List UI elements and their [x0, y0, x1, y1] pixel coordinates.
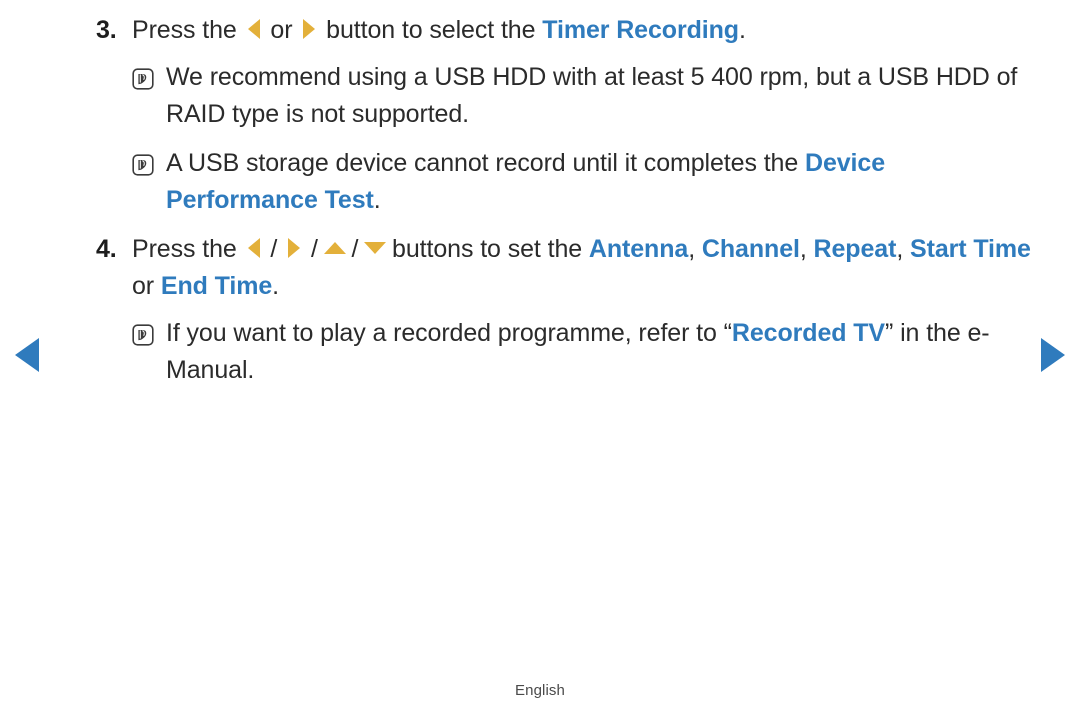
- note-text: We recommend using a USB HDD with at lea…: [166, 59, 1032, 133]
- body-text: .: [272, 272, 279, 300]
- note-item: A USB storage device cannot record until…: [132, 145, 1032, 219]
- body-text: A USB storage device cannot record until…: [166, 149, 805, 177]
- body-text: .: [373, 186, 381, 214]
- arrow-up-icon: [323, 238, 346, 258]
- note-pen-icon: [132, 145, 166, 183]
- highlighted-term: Repeat: [813, 235, 897, 263]
- highlighted-term: Start Time: [910, 235, 1031, 263]
- body-text: ,: [799, 235, 814, 263]
- body-text: buttons to set the: [385, 235, 589, 263]
- body-text: button to select the: [319, 16, 543, 44]
- note-group: If you want to play a recorded programme…: [132, 315, 1032, 389]
- step-item: 3. Press the or button to select the Tim…: [96, 12, 1032, 49]
- highlighted-term: End Time: [160, 272, 273, 300]
- body-text: Press the: [132, 235, 244, 263]
- arrow-right-icon: [284, 238, 304, 258]
- arrow-left-icon: [244, 238, 264, 258]
- body-text: /: [263, 235, 285, 263]
- body-text: ,: [896, 235, 911, 263]
- highlighted-term: Antenna: [588, 235, 689, 263]
- page-language-label: English: [515, 682, 565, 699]
- arrow-left-icon: [244, 19, 264, 39]
- body-text: /: [304, 235, 325, 263]
- arrow-down-icon: [364, 238, 387, 258]
- highlighted-term: Timer Recording: [542, 16, 739, 44]
- highlighted-term: Channel: [701, 235, 800, 263]
- step-text: Press the / / / buttons to set the Anten…: [132, 231, 1032, 305]
- body-text: or: [132, 272, 161, 300]
- instruction-list: 3. Press the or button to select the Tim…: [96, 12, 1032, 401]
- note-pen-icon: [132, 59, 166, 97]
- body-text: Press the: [132, 16, 244, 44]
- arrow-right-icon: [299, 19, 319, 39]
- step-text: Press the or button to select the Timer …: [132, 12, 1032, 49]
- triangle-left-icon: [15, 338, 39, 372]
- previous-page-button[interactable]: [10, 335, 44, 375]
- body-text: If you want to play a recorded programme…: [166, 319, 732, 347]
- note-pen-icon: [132, 315, 166, 353]
- step-number: 3.: [96, 16, 117, 44]
- step-item: 4. Press the / / / buttons to set the An…: [96, 231, 1032, 305]
- manual-page: 3. Press the or button to select the Tim…: [0, 0, 1080, 705]
- body-text: ,: [688, 235, 702, 263]
- body-text: We recommend using a USB HDD with at lea…: [166, 63, 1018, 128]
- body-text: or: [263, 16, 300, 44]
- note-text: If you want to play a recorded programme…: [166, 315, 1032, 389]
- note-text: A USB storage device cannot record until…: [166, 145, 1032, 219]
- step-number: 4.: [96, 235, 117, 263]
- triangle-right-icon: [1041, 338, 1065, 372]
- note-group: We recommend using a USB HDD with at lea…: [132, 59, 1032, 219]
- next-page-button[interactable]: [1036, 335, 1070, 375]
- body-text: /: [344, 235, 366, 263]
- note-item: We recommend using a USB HDD with at lea…: [132, 59, 1032, 133]
- body-text: .: [738, 16, 746, 44]
- highlighted-term: Recorded TV: [731, 319, 886, 347]
- note-item: If you want to play a recorded programme…: [132, 315, 1032, 389]
